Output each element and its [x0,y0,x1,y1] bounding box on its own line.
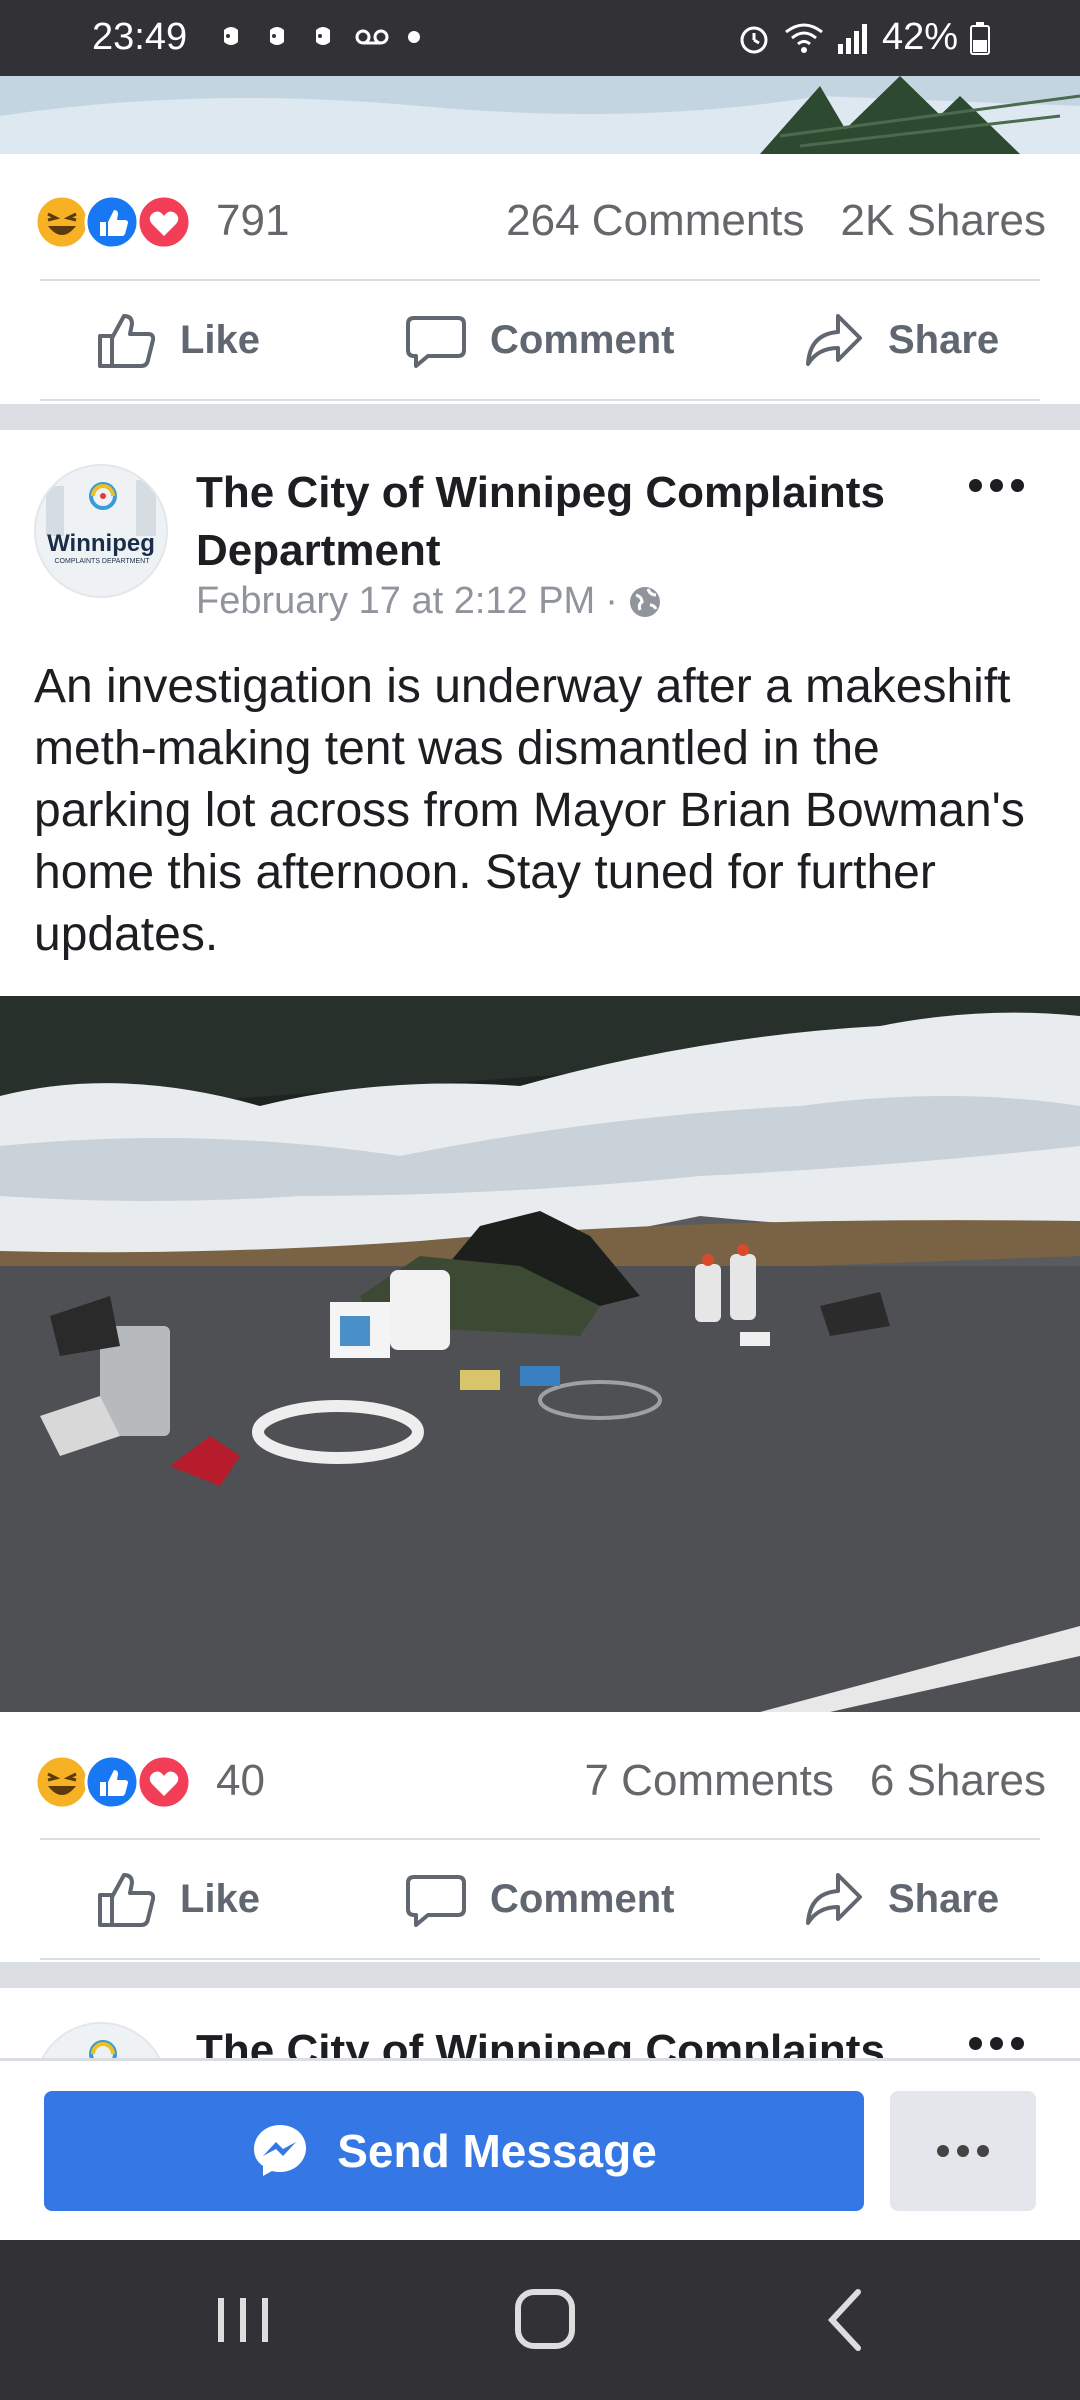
reaction-count[interactable]: 791 [216,196,289,246]
page-name[interactable]: The City of Winnipeg Complaints Departme… [196,464,956,580]
share-button[interactable]: Share [802,280,999,400]
post-stats: 7 Comments 6 Shares [584,1756,1046,1806]
post-stats: 264 Comments 2K Shares [506,196,1046,246]
like-button[interactable]: Like [94,1839,260,1959]
comment-icon [406,1875,466,1927]
notification-icons [216,22,422,52]
more-icon [968,2036,982,2050]
reaction-icons[interactable] [34,192,199,252]
post-1-actions: Like Comment Share [0,280,1080,400]
love-icon [136,1754,192,1810]
like-button[interactable]: Like [94,280,260,400]
post-1-reactions: 791 264 Comments 2K Shares [0,162,1080,272]
share-icon [806,1873,862,1925]
comments-count[interactable]: 7 Comments [584,1756,833,1806]
recent-apps-button[interactable] [198,2280,288,2360]
comment-label: Comment [490,317,675,362]
reaction-count[interactable]: 40 [216,1756,265,1806]
share-label: Share [888,317,1000,362]
shares-count[interactable]: 6 Shares [870,1756,1046,1806]
avatar[interactable]: Winnipeg COMPLAINTS DEPARTMENT [34,464,168,598]
avatar-text: Winnipeg [47,530,155,557]
notification-icon [316,27,330,45]
battery-icon [970,21,990,55]
messenger-icon [254,2125,307,2176]
post-text: An investigation is underway after a mak… [34,660,1025,961]
post-2-actions: Like Comment Share [0,1839,1080,1959]
post-timestamp[interactable]: February 17 at 2:12 PM [196,580,595,623]
dot-icon [408,31,420,43]
signal-icon [837,23,867,54]
more-icon [937,2145,949,2157]
like-label: Like [180,1876,261,1921]
share-button[interactable]: Share [802,1839,999,1959]
voicemail-icon [355,29,389,45]
status-time: 23:49 [92,16,188,58]
thumbs-up-icon [98,314,156,368]
divider [40,399,1040,401]
battery-percent: 42% [881,16,958,58]
send-message-button[interactable]: Send Message [44,2091,864,2211]
post-more-button[interactable] [956,2018,1036,2058]
notification-icon [224,27,238,45]
share-label: Share [888,1876,1000,1921]
comment-button[interactable]: Comment [404,280,674,400]
notification-icon [270,27,284,45]
comment-button[interactable]: Comment [404,1839,674,1959]
like-icon [84,1754,140,1810]
avatar[interactable] [34,2022,168,2058]
post-2-header: Winnipeg COMPLAINTS DEPARTMENT The City … [0,430,1080,623]
love-icon [136,194,192,250]
home-button[interactable] [500,2280,590,2360]
feed-separator [0,1962,1080,1988]
meta-separator: · [605,580,618,622]
laugh-icon [34,194,90,250]
message-bar: Send Message [0,2058,1080,2238]
share-icon [806,314,862,366]
post-3-header: The City of Winnipeg Complaints [0,1988,1080,2058]
feed-separator [0,404,1080,430]
thumbs-up-icon [98,1873,156,1927]
post-photo[interactable] [0,996,1080,1712]
comment-icon [406,316,466,368]
alarm-icon [740,26,768,53]
comment-label: Comment [490,1876,675,1921]
wifi-icon [785,23,823,53]
post-2-reactions: 40 7 Comments 6 Shares [0,1722,1080,1832]
globe-icon [629,586,660,617]
send-message-label: Send Message [337,2125,657,2177]
back-button[interactable] [800,2280,890,2360]
comments-count[interactable]: 264 Comments [506,196,804,246]
more-options-button[interactable] [890,2091,1036,2211]
more-icon [968,478,982,492]
status-right: 42% [736,16,990,59]
like-icon [84,194,140,250]
like-label: Like [180,317,261,362]
system-nav-bar [0,2240,1080,2400]
page-name[interactable]: The City of Winnipeg Complaints [196,2022,956,2058]
previous-post-image[interactable] [0,76,1080,154]
laugh-icon [34,1754,90,1810]
shares-count[interactable]: 2K Shares [841,196,1046,246]
divider [40,1958,1040,1960]
post-meta: February 17 at 2:12 PM · [196,580,662,623]
reaction-icons[interactable] [34,1752,199,1812]
status-bar: 23:49 42% [0,0,1080,76]
post-more-button[interactable] [956,460,1036,510]
avatar-subtext: COMPLAINTS DEPARTMENT [54,558,150,565]
